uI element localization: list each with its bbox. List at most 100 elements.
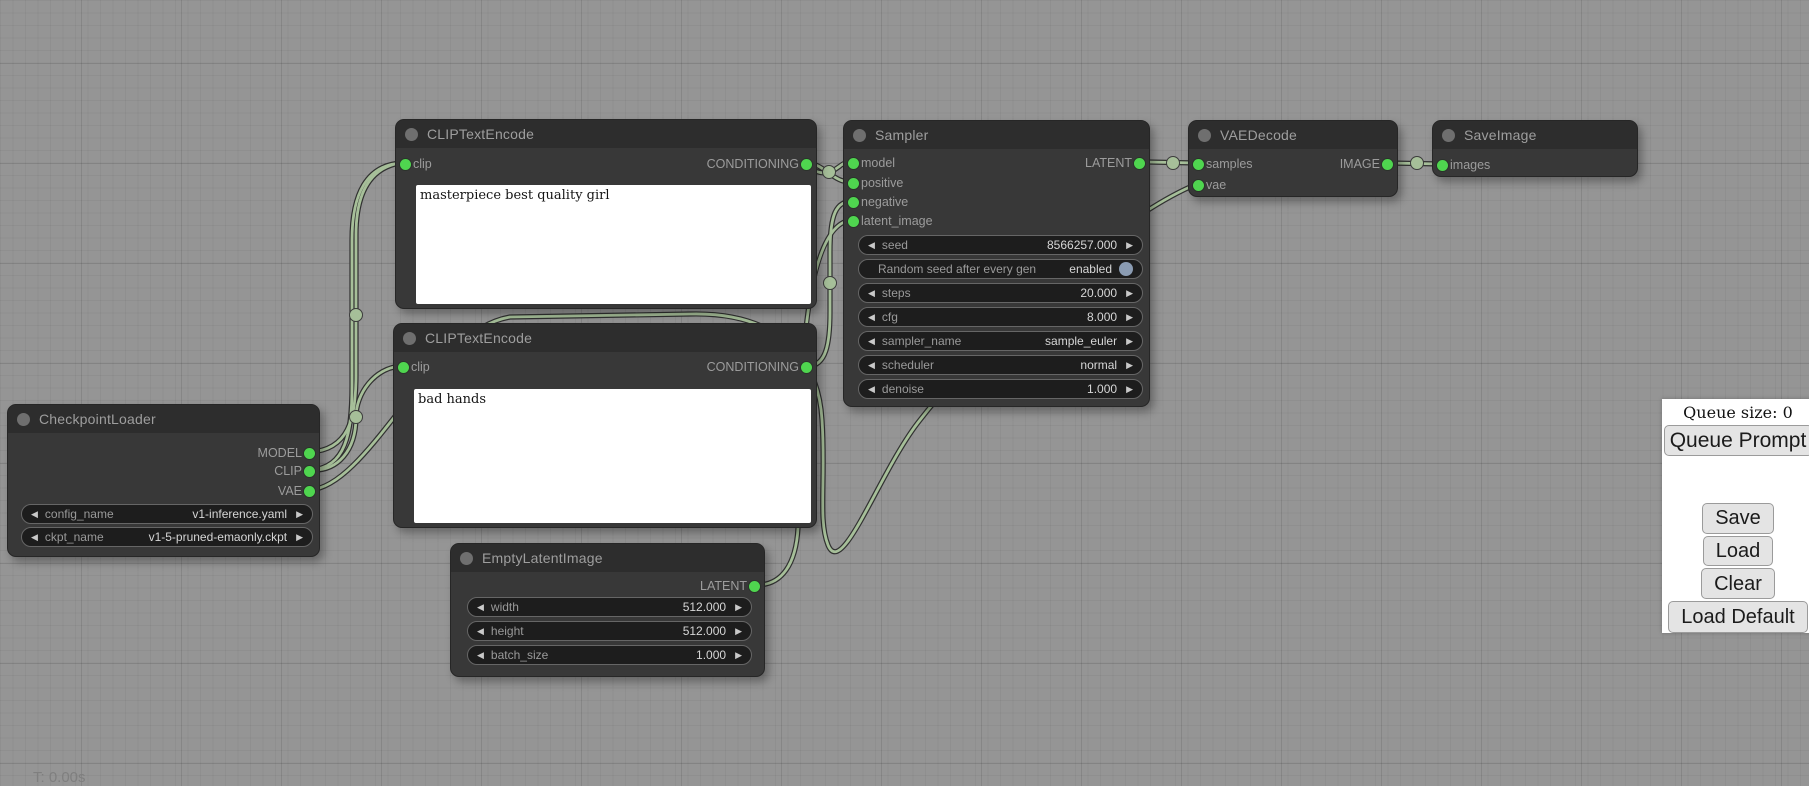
node-titlebar[interactable]: CLIPTextEncode: [394, 324, 816, 352]
increment-arrow-icon[interactable]: ▶: [1126, 385, 1133, 394]
load-default-button[interactable]: Load Default: [1668, 601, 1807, 633]
output-port-image[interactable]: [1382, 159, 1393, 170]
prompt-textarea[interactable]: [414, 389, 811, 523]
widget-value: 8566257.000: [1047, 238, 1117, 252]
widget-label: width: [491, 600, 519, 614]
input-port-positive[interactable]: [848, 178, 859, 189]
widget-cfg[interactable]: ◀ cfg 8.000 ▶: [858, 307, 1143, 327]
input-port-clip[interactable]: [400, 159, 411, 170]
output-port-conditioning[interactable]: [801, 362, 812, 373]
widget-denoise[interactable]: ◀ denoise 1.000 ▶: [858, 379, 1143, 399]
node-clip-text-encode-positive[interactable]: CLIPTextEncode clip CONDITIONING: [395, 119, 817, 309]
increment-arrow-icon[interactable]: ▶: [1126, 361, 1133, 370]
node-clip-text-encode-negative[interactable]: CLIPTextEncode clip CONDITIONING: [393, 323, 817, 528]
decrement-arrow-icon[interactable]: ◀: [477, 651, 484, 660]
collapse-dot-icon[interactable]: [403, 332, 416, 345]
collapse-dot-icon[interactable]: [405, 128, 418, 141]
node-title-label: SaveImage: [1464, 127, 1537, 143]
input-port-images[interactable]: [1437, 160, 1448, 171]
widget-random-seed-toggle[interactable]: Random seed after every gen enabled: [858, 259, 1143, 279]
input-port-clip[interactable]: [398, 362, 409, 373]
output-port-latent[interactable]: [749, 581, 760, 592]
increment-arrow-icon[interactable]: ▶: [735, 651, 742, 660]
decrement-arrow-icon[interactable]: ◀: [31, 533, 38, 542]
increment-arrow-icon[interactable]: ▶: [735, 603, 742, 612]
input-label-latent-image: latent_image: [861, 214, 933, 228]
comfy-menu-panel: Queue size: 0 Queue Prompt Save Load Cle…: [1662, 399, 1809, 633]
node-titlebar[interactable]: VAEDecode: [1189, 121, 1397, 149]
save-button[interactable]: Save: [1702, 503, 1774, 534]
input-port-latent-image[interactable]: [848, 216, 859, 227]
widget-value: 512.000: [683, 624, 726, 638]
node-save-image[interactable]: SaveImage images: [1432, 120, 1638, 177]
output-port-model[interactable]: [304, 448, 315, 459]
node-title-label: Sampler: [875, 127, 929, 143]
node-titlebar[interactable]: CheckpointLoader: [8, 405, 319, 433]
decrement-arrow-icon[interactable]: ◀: [477, 627, 484, 636]
widget-config-name[interactable]: ◀ config_name v1-inference.yaml ▶: [21, 504, 313, 524]
widget-label: height: [491, 624, 524, 638]
port-row-model: model LATENT: [844, 154, 1149, 172]
widget-batch-size[interactable]: ◀ batch_size 1.000 ▶: [467, 645, 752, 665]
decrement-arrow-icon[interactable]: ◀: [31, 510, 38, 519]
collapse-dot-icon[interactable]: [853, 129, 866, 142]
collapse-dot-icon[interactable]: [1198, 129, 1211, 142]
increment-arrow-icon[interactable]: ▶: [1126, 241, 1133, 250]
output-port-clip[interactable]: [304, 466, 315, 477]
decrement-arrow-icon[interactable]: ◀: [868, 385, 875, 394]
clear-button[interactable]: Clear: [1701, 568, 1775, 599]
queue-prompt-button[interactable]: Queue Prompt: [1664, 425, 1809, 456]
widget-ckpt-name[interactable]: ◀ ckpt_name v1-5-pruned-emaonly.ckpt ▶: [21, 527, 313, 547]
widget-label: sampler_name: [882, 334, 961, 348]
widget-scheduler[interactable]: ◀ scheduler normal ▶: [858, 355, 1143, 375]
node-titlebar[interactable]: SaveImage: [1433, 121, 1637, 149]
output-row-model: MODEL: [8, 444, 319, 462]
comfyui-canvas[interactable]: { "canvas": { "status_text": "T: 0.00s" …: [0, 0, 1809, 782]
increment-arrow-icon[interactable]: ▶: [296, 533, 303, 542]
increment-arrow-icon[interactable]: ▶: [735, 627, 742, 636]
node-titlebar[interactable]: CLIPTextEncode: [396, 120, 816, 148]
port-row-vae: vae: [1189, 176, 1226, 194]
decrement-arrow-icon[interactable]: ◀: [868, 337, 875, 346]
port-row-positive: positive: [844, 174, 903, 192]
input-port-model[interactable]: [848, 158, 859, 169]
load-button[interactable]: Load: [1703, 536, 1774, 567]
collapse-dot-icon[interactable]: [17, 413, 30, 426]
node-sampler[interactable]: Sampler model LATENT positive negative l…: [843, 120, 1150, 407]
widget-value: normal: [1080, 358, 1117, 372]
output-port-conditioning[interactable]: [801, 159, 812, 170]
widget-label: ckpt_name: [45, 530, 104, 544]
decrement-arrow-icon[interactable]: ◀: [868, 361, 875, 370]
output-port-vae[interactable]: [304, 486, 315, 497]
collapse-dot-icon[interactable]: [460, 552, 473, 565]
increment-arrow-icon[interactable]: ▶: [296, 510, 303, 519]
node-vae-decode[interactable]: VAEDecode samples IMAGE vae: [1188, 120, 1398, 197]
node-titlebar[interactable]: Sampler: [844, 121, 1149, 149]
node-titlebar[interactable]: EmptyLatentImage: [451, 544, 764, 572]
input-port-samples[interactable]: [1193, 159, 1204, 170]
collapse-dot-icon[interactable]: [1442, 129, 1455, 142]
input-port-vae[interactable]: [1193, 180, 1204, 191]
node-empty-latent-image[interactable]: EmptyLatentImage LATENT ◀ width 512.000 …: [450, 543, 765, 677]
increment-arrow-icon[interactable]: ▶: [1126, 289, 1133, 298]
widget-value: enabled: [1069, 262, 1112, 276]
toggle-dot-icon[interactable]: [1119, 262, 1133, 276]
increment-arrow-icon[interactable]: ▶: [1126, 313, 1133, 322]
output-port-latent[interactable]: [1134, 158, 1145, 169]
output-label-latent: LATENT: [1085, 156, 1132, 170]
node-title-label: VAEDecode: [1220, 127, 1297, 143]
decrement-arrow-icon[interactable]: ◀: [868, 241, 875, 250]
input-label-images: images: [1450, 158, 1490, 172]
widget-width[interactable]: ◀ width 512.000 ▶: [467, 597, 752, 617]
decrement-arrow-icon[interactable]: ◀: [868, 289, 875, 298]
input-port-negative[interactable]: [848, 197, 859, 208]
node-checkpoint-loader[interactable]: CheckpointLoader MODEL CLIP VAE ◀ config…: [7, 404, 320, 557]
increment-arrow-icon[interactable]: ▶: [1126, 337, 1133, 346]
decrement-arrow-icon[interactable]: ◀: [477, 603, 484, 612]
decrement-arrow-icon[interactable]: ◀: [868, 313, 875, 322]
prompt-textarea[interactable]: [416, 185, 811, 304]
widget-height[interactable]: ◀ height 512.000 ▶: [467, 621, 752, 641]
widget-sampler-name[interactable]: ◀ sampler_name sample_euler ▶: [858, 331, 1143, 351]
widget-steps[interactable]: ◀ steps 20.000 ▶: [858, 283, 1143, 303]
widget-seed[interactable]: ◀ seed 8566257.000 ▶: [858, 235, 1143, 255]
